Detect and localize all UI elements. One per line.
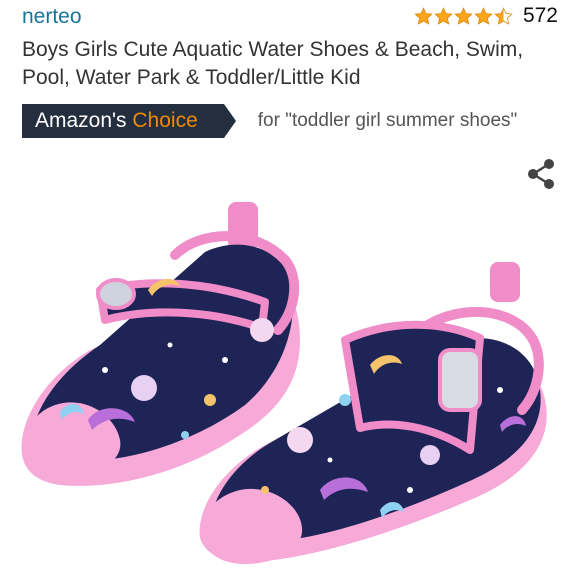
product-image[interactable] — [0, 190, 580, 580]
star-icon — [474, 6, 493, 25]
badge-query: for "toddler girl summer shoes" — [257, 110, 518, 131]
rating-summary[interactable]: 572 — [414, 4, 558, 28]
star-rating — [414, 6, 513, 26]
product-title: Boys Girls Cute Aquatic Water Shoes & Be… — [22, 38, 524, 89]
amazons-choice-badge[interactable]: Amazon's Choice — [22, 104, 236, 138]
star-icon — [414, 6, 433, 25]
amazons-choice-row: Amazon's Choice for "toddler girl summer… — [22, 104, 517, 138]
badge-accent: Choice — [132, 109, 198, 132]
star-icon — [434, 6, 453, 25]
badge-prefix: Amazon's — [35, 109, 127, 132]
star-icon — [454, 6, 473, 25]
rating-count[interactable]: 572 — [523, 4, 558, 28]
star-half-icon — [494, 6, 513, 25]
share-icon — [528, 159, 554, 189]
brand-link[interactable]: nerteo — [22, 5, 82, 29]
product-photo — [21, 202, 547, 564]
left-shoe — [21, 202, 300, 486]
